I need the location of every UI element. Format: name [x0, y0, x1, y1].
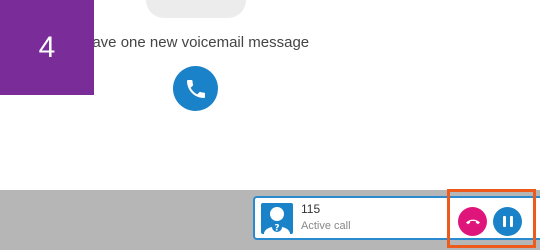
hang-up-button[interactable]: [458, 207, 487, 236]
unknown-caller-avatar-icon: ?: [261, 203, 293, 234]
hold-button[interactable]: [493, 207, 522, 236]
pause-icon: [501, 216, 515, 227]
svg-text:?: ?: [274, 224, 279, 234]
hang-up-icon: [465, 219, 480, 224]
phone-icon: [186, 79, 205, 98]
call-status: Active call: [301, 220, 351, 232]
voicemail-graphic: [146, 0, 246, 18]
voicemail-message: have one new voicemail message: [84, 34, 310, 51]
main-panel: have one new voicemail message 4: [0, 0, 540, 190]
caller-number: 115: [301, 202, 321, 216]
step-badge: 4: [0, 0, 94, 95]
call-voicemail-button[interactable]: [173, 66, 218, 111]
